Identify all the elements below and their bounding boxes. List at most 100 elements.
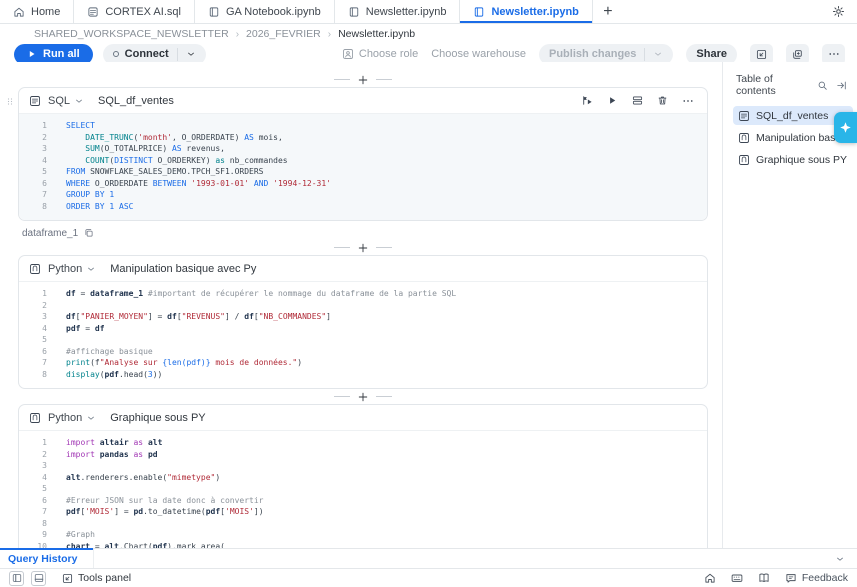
cell-title[interactable]: SQL_df_ventes	[98, 95, 174, 107]
connect-label: Connect	[125, 48, 169, 60]
breadcrumb-item-2026-fevrier[interactable]: 2026_FEVRIER	[246, 28, 321, 40]
pill-divider	[644, 48, 645, 61]
notebook-cell-graphique-sous-py: Python Graphique sous PY 1import altair as…	[18, 404, 708, 548]
breadcrumb-separator: ›	[236, 29, 239, 40]
tab-newsletter-ipynb-active[interactable]: Newsletter.ipynb	[460, 0, 592, 23]
run-cell-icon[interactable]	[607, 95, 618, 106]
chevron-down-icon[interactable]	[186, 49, 196, 59]
search-icon[interactable]	[817, 80, 828, 91]
line-number: 6	[19, 346, 47, 358]
line-number: 2	[19, 132, 47, 144]
chevron-down-icon	[86, 413, 96, 423]
toc-item-graphique-sous-py[interactable]: Graphique sous PY	[733, 150, 853, 169]
line-number: 5	[19, 483, 47, 495]
line-number: 6	[19, 178, 47, 190]
code-line: 3	[19, 460, 707, 472]
tab-ga-notebook-ipynb[interactable]: GA Notebook.ipynb	[195, 0, 335, 23]
add-cell-divider[interactable]	[18, 75, 708, 84]
cell-header: Python Graphique sous PY	[19, 405, 707, 430]
feedback-chat-icon	[785, 572, 797, 584]
run-all-above-icon[interactable]	[582, 95, 593, 106]
sparkle-icon	[839, 121, 852, 134]
notebook-icon	[348, 6, 360, 18]
line-number: 7	[19, 189, 47, 201]
code-line: 2	[19, 300, 707, 312]
feedback-button[interactable]: Feedback	[785, 572, 848, 584]
add-cell-divider[interactable]	[18, 392, 708, 401]
gear-icon	[832, 5, 845, 18]
share-label: Share	[696, 48, 727, 60]
publish-changes-label: Publish changes	[549, 48, 636, 60]
choose-role-button[interactable]: Choose role	[342, 48, 418, 60]
py-cell-icon	[29, 263, 41, 275]
connection-status-dot	[113, 51, 119, 57]
code-line: 1df = dataframe_1 #important de récupére…	[19, 288, 707, 300]
cell-title[interactable]: Graphique sous PY	[110, 412, 205, 424]
cell-drag-handle[interactable]	[6, 95, 14, 108]
code-line: 1import altair as alt	[19, 437, 707, 449]
copy-icon[interactable]	[84, 228, 94, 238]
line-number: 8	[19, 369, 47, 381]
toc-header: Table of contents	[723, 73, 857, 106]
cell-language-selector[interactable]: SQL	[48, 95, 84, 107]
notebook-icon	[473, 6, 485, 18]
status-bar: Tools panel Feedback	[0, 568, 857, 587]
py-cell-icon	[29, 412, 41, 424]
ai-assistant-button[interactable]	[834, 112, 857, 143]
cell-code-editor[interactable]: 1import altair as alt2import pandas as p…	[19, 430, 707, 548]
home-icon[interactable]	[704, 572, 716, 584]
line-number: 4	[19, 472, 47, 484]
chevron-down-icon[interactable]	[653, 49, 663, 59]
notebook-workspace: SQL SQL_df_ventes 1SELECT2 DATE_TRUNC('mon…	[0, 62, 857, 548]
breadcrumb-item-shared-workspace-newsletter[interactable]: SHARED_WORKSPACE_NEWSLETTER	[34, 28, 229, 40]
cell-code-editor[interactable]: 1SELECT2 DATE_TRUNC('month', O_ORDERDATE…	[19, 113, 707, 220]
breadcrumb-item-newsletter-ipynb[interactable]: Newsletter.ipynb	[338, 28, 415, 40]
toc-item-label: SQL_df_ventes	[756, 110, 828, 122]
line-number: 8	[19, 518, 47, 530]
code-line: 8ORDER BY 1 ASC	[19, 201, 707, 213]
choose-warehouse-button[interactable]: Choose warehouse	[431, 48, 526, 60]
line-number: 5	[19, 334, 47, 346]
code-line: 7pdf['MOIS'] = pd.to_datetime(pdf['MOIS'…	[19, 506, 707, 518]
line-number: 8	[19, 201, 47, 213]
tools-panel-button[interactable]: Tools panel	[62, 572, 131, 584]
cell-language-selector[interactable]: Python	[48, 263, 96, 275]
divider-line	[334, 247, 350, 248]
code-line: 4 COUNT(DISTINCT O_ORDERKEY) as nb_comma…	[19, 155, 707, 167]
settings-gear-button[interactable]	[820, 0, 857, 23]
query-history-tab[interactable]: Query History	[0, 549, 94, 568]
toc-item-label: Graphique sous PY	[756, 154, 847, 166]
cell-code-editor[interactable]: 1df = dataframe_1 #important de récupére…	[19, 281, 707, 388]
code-line: 8	[19, 518, 707, 530]
line-number: 7	[19, 506, 47, 518]
add-cell-divider[interactable]	[18, 243, 708, 252]
tab-newsletter-ipynb[interactable]: Newsletter.ipynb	[335, 0, 461, 23]
tab-label: Newsletter.ipynb	[491, 6, 578, 18]
tab-label: Home	[31, 6, 60, 18]
code-line: 4pdf = df	[19, 323, 707, 335]
collapse-panel-icon[interactable]	[836, 80, 847, 91]
tab-cortex-ai-sql[interactable]: CORTEX AI.sql	[74, 0, 195, 23]
line-number: 3	[19, 143, 47, 155]
toggle-bottom-panel-button[interactable]	[31, 571, 46, 586]
tab-home[interactable]: Home	[0, 0, 74, 23]
show-results-icon[interactable]	[632, 95, 643, 106]
line-number: 6	[19, 495, 47, 507]
ellipsis-icon	[828, 48, 840, 60]
add-tab-button[interactable]: +	[593, 0, 623, 23]
cell-language-selector[interactable]: Python	[48, 412, 96, 424]
run-all-label: Run all	[43, 48, 80, 60]
cell-title[interactable]: Manipulation basique avec Py	[110, 263, 256, 275]
toggle-left-panel-button[interactable]	[9, 571, 24, 586]
feedback-label: Feedback	[802, 572, 848, 584]
code-line: 4alt.renderers.enable("mimetype")	[19, 472, 707, 484]
play-icon	[27, 49, 37, 59]
delete-cell-icon[interactable]	[657, 95, 668, 106]
docs-book-icon[interactable]	[758, 572, 770, 584]
more-actions-icon[interactable]	[682, 95, 694, 107]
divider-line	[376, 247, 392, 248]
keyboard-shortcuts-icon[interactable]	[731, 572, 743, 584]
code-line: 10chart = alt.Chart(pdf).mark_area(	[19, 541, 707, 549]
tools-panel-label: Tools panel	[78, 572, 131, 584]
collapse-chevron-icon[interactable]	[835, 554, 857, 564]
